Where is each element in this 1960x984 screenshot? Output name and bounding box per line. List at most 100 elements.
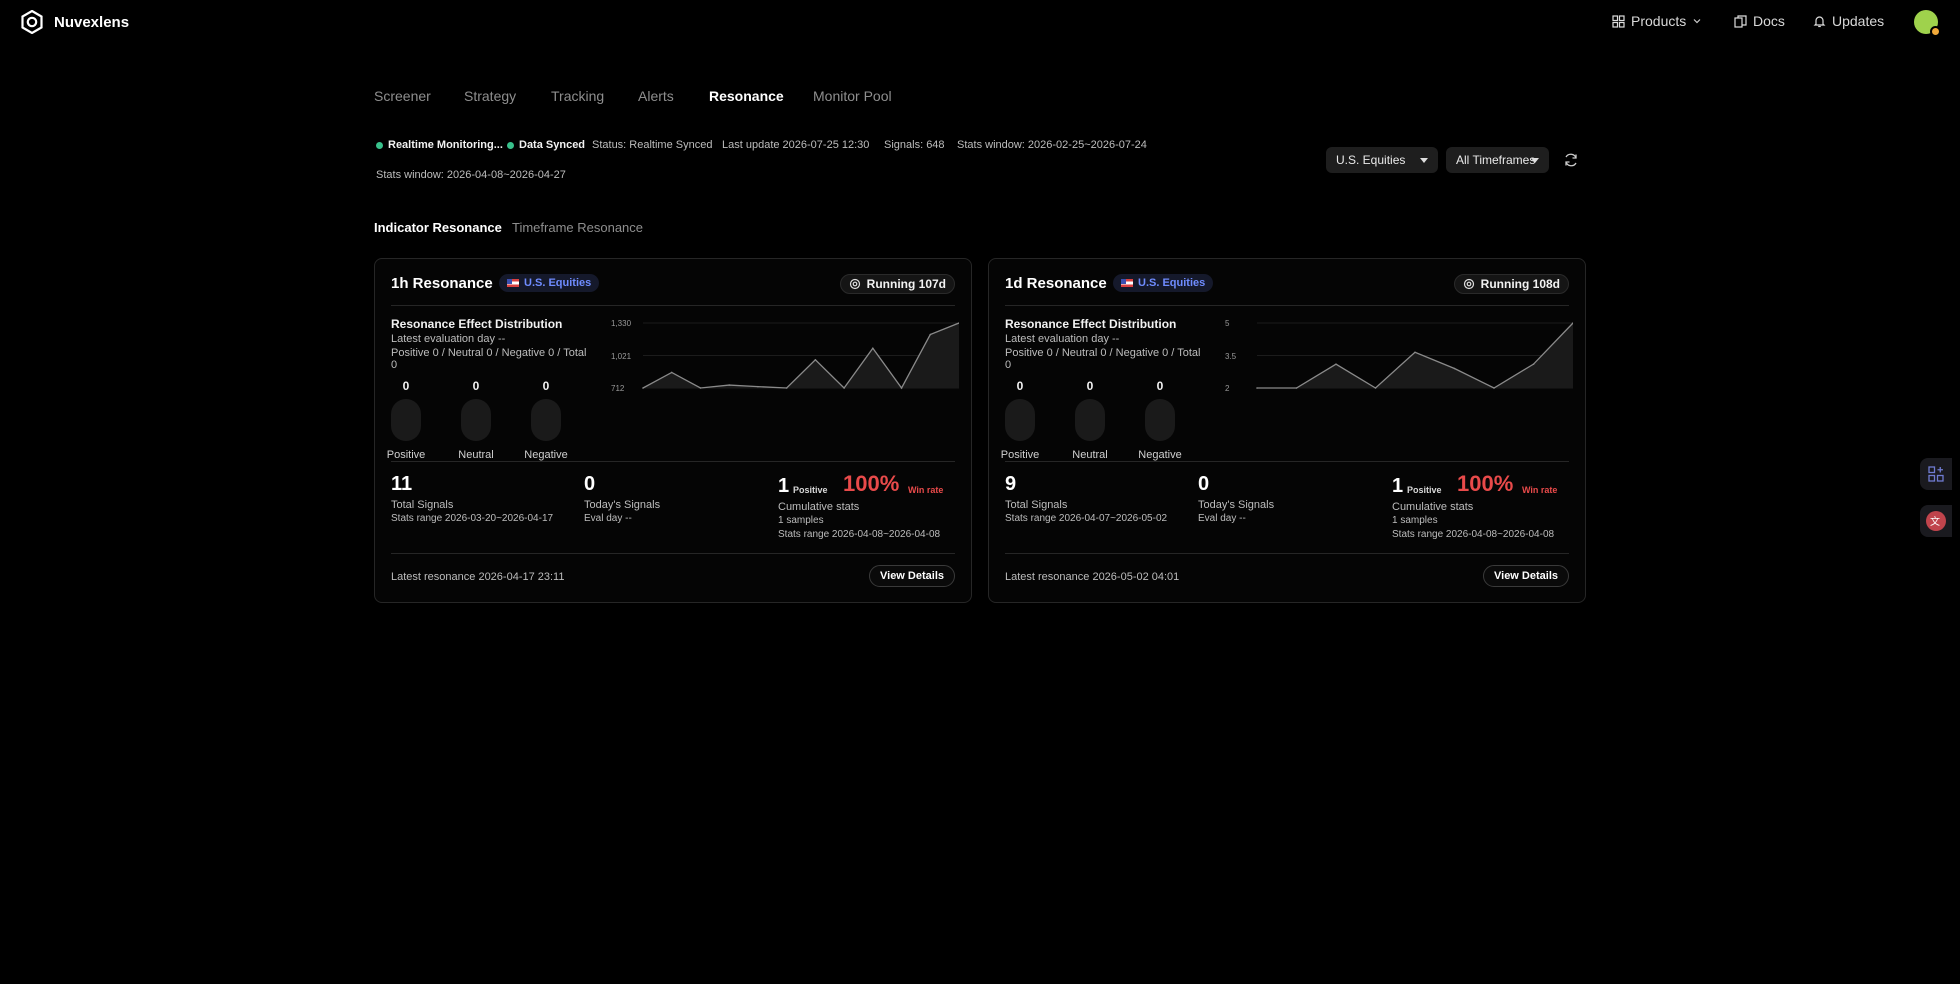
neutral-count: 0 [472,379,480,393]
today-signals-label: Today's Signals [1198,499,1275,511]
logo-icon [21,10,43,34]
cumulative-positive-label: Positive [793,485,828,495]
data-point [1493,387,1495,389]
neutral-pill: 0 Neutral [451,379,501,461]
timeframe-select-value: All Timeframes [1456,153,1536,167]
widget-add-button[interactable] [1920,458,1952,490]
positive-count: 0 [402,379,410,393]
neutral-pill: 0 Neutral [1065,379,1115,461]
market-select-value: U.S. Equities [1336,153,1406,167]
neutral-count: 0 [1086,379,1094,393]
us-flag-icon [507,279,519,287]
updates-label: Updates [1832,13,1885,29]
view-details-button[interactable]: View Details [1483,565,1569,587]
negative-count: 0 [542,379,550,393]
app-name: Nuvexlens [54,13,130,31]
neutral-label: Neutral [458,449,494,461]
negative-bar [1145,399,1175,441]
last-update: Last update 2026-07-25 12:30 [722,139,870,151]
resonance-card-1h: 1h Resonance U.S. Equities Running 107d … [374,258,972,603]
data-point [699,387,702,389]
total-signals-value: 9 [1005,473,1017,495]
us-flag-icon [1121,279,1133,287]
monitoring-status-dot [376,142,383,149]
today-signals-value: 0 [584,473,596,495]
cumulative-positive-label: Positive [1407,485,1442,495]
bell-icon [1813,15,1826,27]
monitoring-status: Realtime Monitoring... [388,139,503,151]
tab-strategy[interactable]: Strategy [464,88,516,104]
today-eval-day: Eval day -- [1198,513,1246,524]
y-tick-label: 3.5 [1225,352,1237,361]
translate-button[interactable]: 文 [1920,505,1952,537]
app-logo[interactable]: Nuvexlens [20,10,129,34]
data-point [814,359,817,361]
tab-resonance[interactable]: Resonance [709,88,784,104]
market-badge-label: U.S. Equities [1138,277,1206,289]
divider [391,461,955,462]
y-tick-label: 1,330 [611,319,632,328]
data-point [785,387,788,389]
signals-count: Signals: 648 [884,139,945,151]
tab-tracking[interactable]: Tracking [551,88,604,104]
neutral-bar [1075,399,1105,441]
market-badge: U.S. Equities [499,274,600,292]
distribution-counts: Positive 0 / Neutral 0 / Negative 0 / To… [1005,347,1201,371]
latest-resonance: Latest resonance 2026-05-02 04:01 [1005,571,1180,583]
svg-text:文: 文 [1930,515,1940,528]
chevron-down-icon [1693,19,1701,24]
distribution-counts: Positive 0 / Neutral 0 / Negative 0 / To… [391,347,587,371]
subtab-indicator-resonance[interactable]: Indicator Resonance [374,220,502,235]
stats-window: Stats window: 2026-02-25~2026-07-24 [957,139,1147,151]
widget-add-icon [1928,466,1944,482]
sync-status: Data Synced [519,139,586,151]
avatar-status-badge [1930,26,1941,37]
positive-bar [1005,399,1035,441]
stats-window-secondary: Stats window: 2026-04-08~2026-04-27 [376,169,566,181]
timeframe-select[interactable]: All Timeframes [1446,147,1549,173]
tab-monitor-pool[interactable]: Monitor Pool [813,88,892,104]
running-badge: Running 107d [839,274,955,294]
resonance-trend-chart: 1,330 1,021 712 [611,319,959,393]
samples-count: 1 samples [1392,515,1438,526]
divider [391,305,955,306]
market-select[interactable]: U.S. Equities [1326,147,1438,173]
data-point [872,347,874,350]
sync-status-dot [507,142,514,149]
win-rate-label: Win rate [1522,485,1558,495]
data-point [1453,367,1456,370]
updates-link[interactable]: Updates [1813,13,1884,29]
distribution-title: Resonance Effect Distribution [391,317,563,331]
user-avatar[interactable] [1914,10,1941,37]
total-signals-label: Total Signals [1005,499,1068,511]
running-label: Running 108d [1480,277,1560,291]
positive-label: Positive [386,449,426,461]
divider [1005,553,1569,554]
evaluation-day: Latest evaluation day -- [391,333,506,345]
tab-screener[interactable]: Screener [374,88,431,104]
docs-icon [1734,14,1747,28]
y-tick-label: 1,021 [611,352,632,361]
data-point [757,385,759,388]
running-label: Running 107d [866,277,946,291]
data-point [1335,363,1337,365]
negative-pill: 0 Negative [521,379,571,461]
negative-label: Negative [1138,449,1182,461]
view-details-button[interactable]: View Details [869,565,955,587]
divider [1005,305,1569,306]
positive-count: 0 [1016,379,1024,393]
total-signals-range: Stats range 2026-04-07~2026-05-02 [1005,513,1168,524]
tab-alerts[interactable]: Alerts [638,88,674,104]
data-point [1374,387,1377,389]
docs-link[interactable]: Docs [1734,13,1785,29]
products-menu[interactable]: Products [1612,13,1702,29]
neutral-label: Neutral [1072,449,1108,461]
subtab-timeframe-resonance[interactable]: Timeframe Resonance [512,220,643,235]
data-point [642,387,644,389]
divider [391,553,955,554]
refresh-icon[interactable] [1563,152,1579,168]
gear-icon [1463,278,1474,290]
caret-down-icon [1420,158,1428,163]
data-point [900,387,903,389]
resonance-card-1d: 1d Resonance U.S. Equities Running 108d … [988,258,1586,603]
